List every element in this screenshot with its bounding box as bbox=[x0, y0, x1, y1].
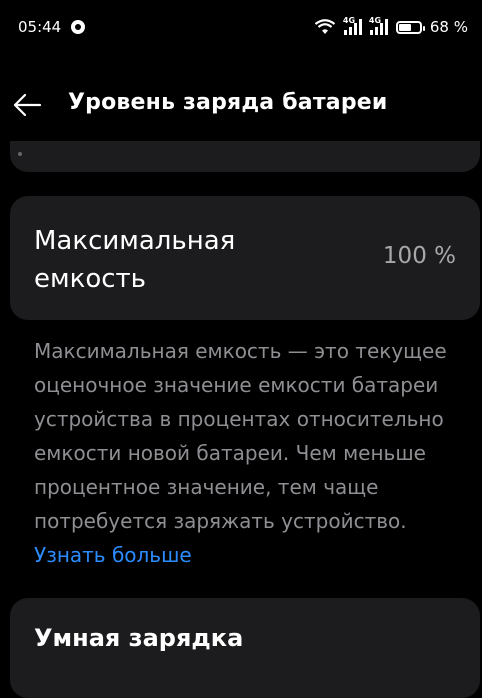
smart-charging-label: Умная зарядка bbox=[34, 624, 244, 652]
battery-percent: 68 % bbox=[429, 18, 468, 36]
max-capacity-value: 100 % bbox=[382, 243, 456, 269]
status-bar-right: 4G 4G 68 % bbox=[314, 16, 468, 36]
max-capacity-label: Максимальная емкость bbox=[34, 226, 236, 294]
network-type-label: 4G bbox=[342, 16, 356, 25]
learn-more-link[interactable]: Узнать больше bbox=[34, 543, 192, 567]
signal-icon-sim2: 4G bbox=[368, 16, 388, 35]
smart-charging-card[interactable]: Умная зарядка bbox=[10, 598, 480, 698]
battery-icon bbox=[395, 20, 425, 34]
max-capacity-description: Максимальная емкость — это текущее оцено… bbox=[34, 334, 474, 572]
status-bar-left: 05:44 bbox=[18, 18, 86, 36]
sync-icon bbox=[71, 20, 86, 34]
page-title: Уровень заряда батареи bbox=[68, 90, 388, 115]
status-time: 05:44 bbox=[18, 18, 62, 36]
app-header: Уровень заряда батареи bbox=[0, 70, 482, 140]
wifi-icon bbox=[314, 19, 336, 34]
status-bar: 05:44 4G 4G 68 % bbox=[0, 0, 482, 54]
network-type-label: 4G bbox=[368, 16, 382, 25]
signal-icon-sim1: 4G bbox=[342, 16, 362, 35]
max-capacity-card: Максимальная емкость 100 % bbox=[10, 196, 480, 320]
back-arrow-icon[interactable] bbox=[12, 91, 42, 119]
stub-dot bbox=[18, 152, 22, 156]
description-text: Максимальная емкость — это текущее оцено… bbox=[34, 339, 447, 533]
